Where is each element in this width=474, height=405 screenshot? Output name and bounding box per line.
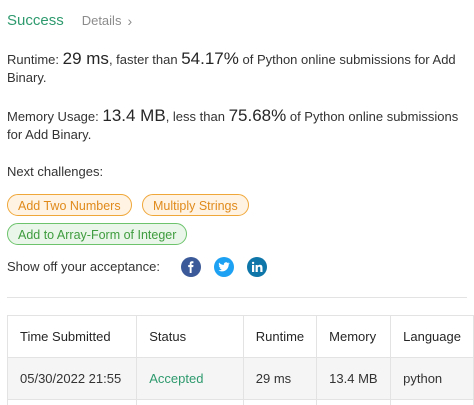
memory-percent: 75.68%	[228, 106, 287, 125]
runtime-suffix-1: of Python online submissions for Add	[238, 52, 456, 67]
chevron-right-icon: ›	[127, 12, 133, 29]
empty-cell	[6, 399, 138, 405]
col-header-time: Time Submitted	[6, 315, 138, 358]
result-header: Success Details ›	[7, 12, 132, 29]
section-divider	[7, 297, 467, 298]
twitter-icon[interactable]	[214, 257, 234, 277]
linkedin-icon[interactable]	[247, 257, 267, 277]
runtime-percent: 54.17%	[181, 49, 239, 68]
status-title: Success	[7, 12, 64, 29]
cell-time-submitted: 05/30/2022 21:55	[6, 357, 138, 400]
cell-memory: 13.4 MB	[316, 357, 392, 400]
col-header-runtime: Runtime	[242, 315, 318, 358]
challenge-tag-multiply-strings[interactable]: Multiply Strings	[142, 194, 249, 216]
details-link[interactable]: Details ›	[82, 13, 132, 29]
runtime-prefix: Runtime:	[7, 52, 63, 67]
share-label: Show off your acceptance:	[7, 259, 160, 274]
memory-middle: , less than	[165, 109, 229, 124]
cell-language: python	[390, 357, 474, 400]
cell-status-accepted[interactable]: Accepted	[136, 357, 244, 400]
submission-result-page: Success Details › Runtime: 29 ms, faster…	[0, 0, 474, 405]
cell-runtime: 29 ms	[242, 357, 318, 400]
submissions-table: Time Submitted Status Runtime Memory Lan…	[6, 315, 474, 405]
runtime-middle: , faster than	[108, 52, 182, 67]
empty-cell	[390, 399, 474, 405]
col-header-memory: Memory	[316, 315, 392, 358]
runtime-suffix-2: Binary.	[7, 70, 47, 85]
memory-suffix-1: of Python online submissions	[286, 109, 459, 124]
runtime-value: 29 ms	[62, 49, 109, 68]
empty-cell	[316, 399, 392, 405]
facebook-icon[interactable]	[181, 257, 201, 277]
memory-value: 13.4 MB	[102, 106, 166, 125]
next-challenges-label: Next challenges:	[7, 164, 104, 179]
challenge-tag-add-to-array-form[interactable]: Add to Array-Form of Integer	[7, 223, 188, 245]
memory-summary: Memory Usage: 13.4 MB, less than 75.68% …	[7, 107, 467, 144]
col-header-language: Language	[390, 315, 474, 358]
table-row	[6, 399, 474, 405]
empty-cell	[136, 399, 244, 405]
runtime-summary: Runtime: 29 ms, faster than 54.17% of Py…	[7, 50, 467, 87]
memory-prefix: Memory Usage:	[7, 109, 103, 124]
empty-cell	[242, 399, 318, 405]
table-header-row: Time Submitted Status Runtime Memory Lan…	[6, 315, 474, 358]
table-row[interactable]: 05/30/2022 21:55 Accepted 29 ms 13.4 MB …	[6, 357, 474, 400]
challenge-tag-add-two-numbers[interactable]: Add Two Numbers	[7, 194, 132, 216]
details-label: Details	[81, 13, 122, 28]
col-header-status: Status	[136, 315, 244, 358]
memory-suffix-2: for Add Binary.	[7, 127, 92, 142]
